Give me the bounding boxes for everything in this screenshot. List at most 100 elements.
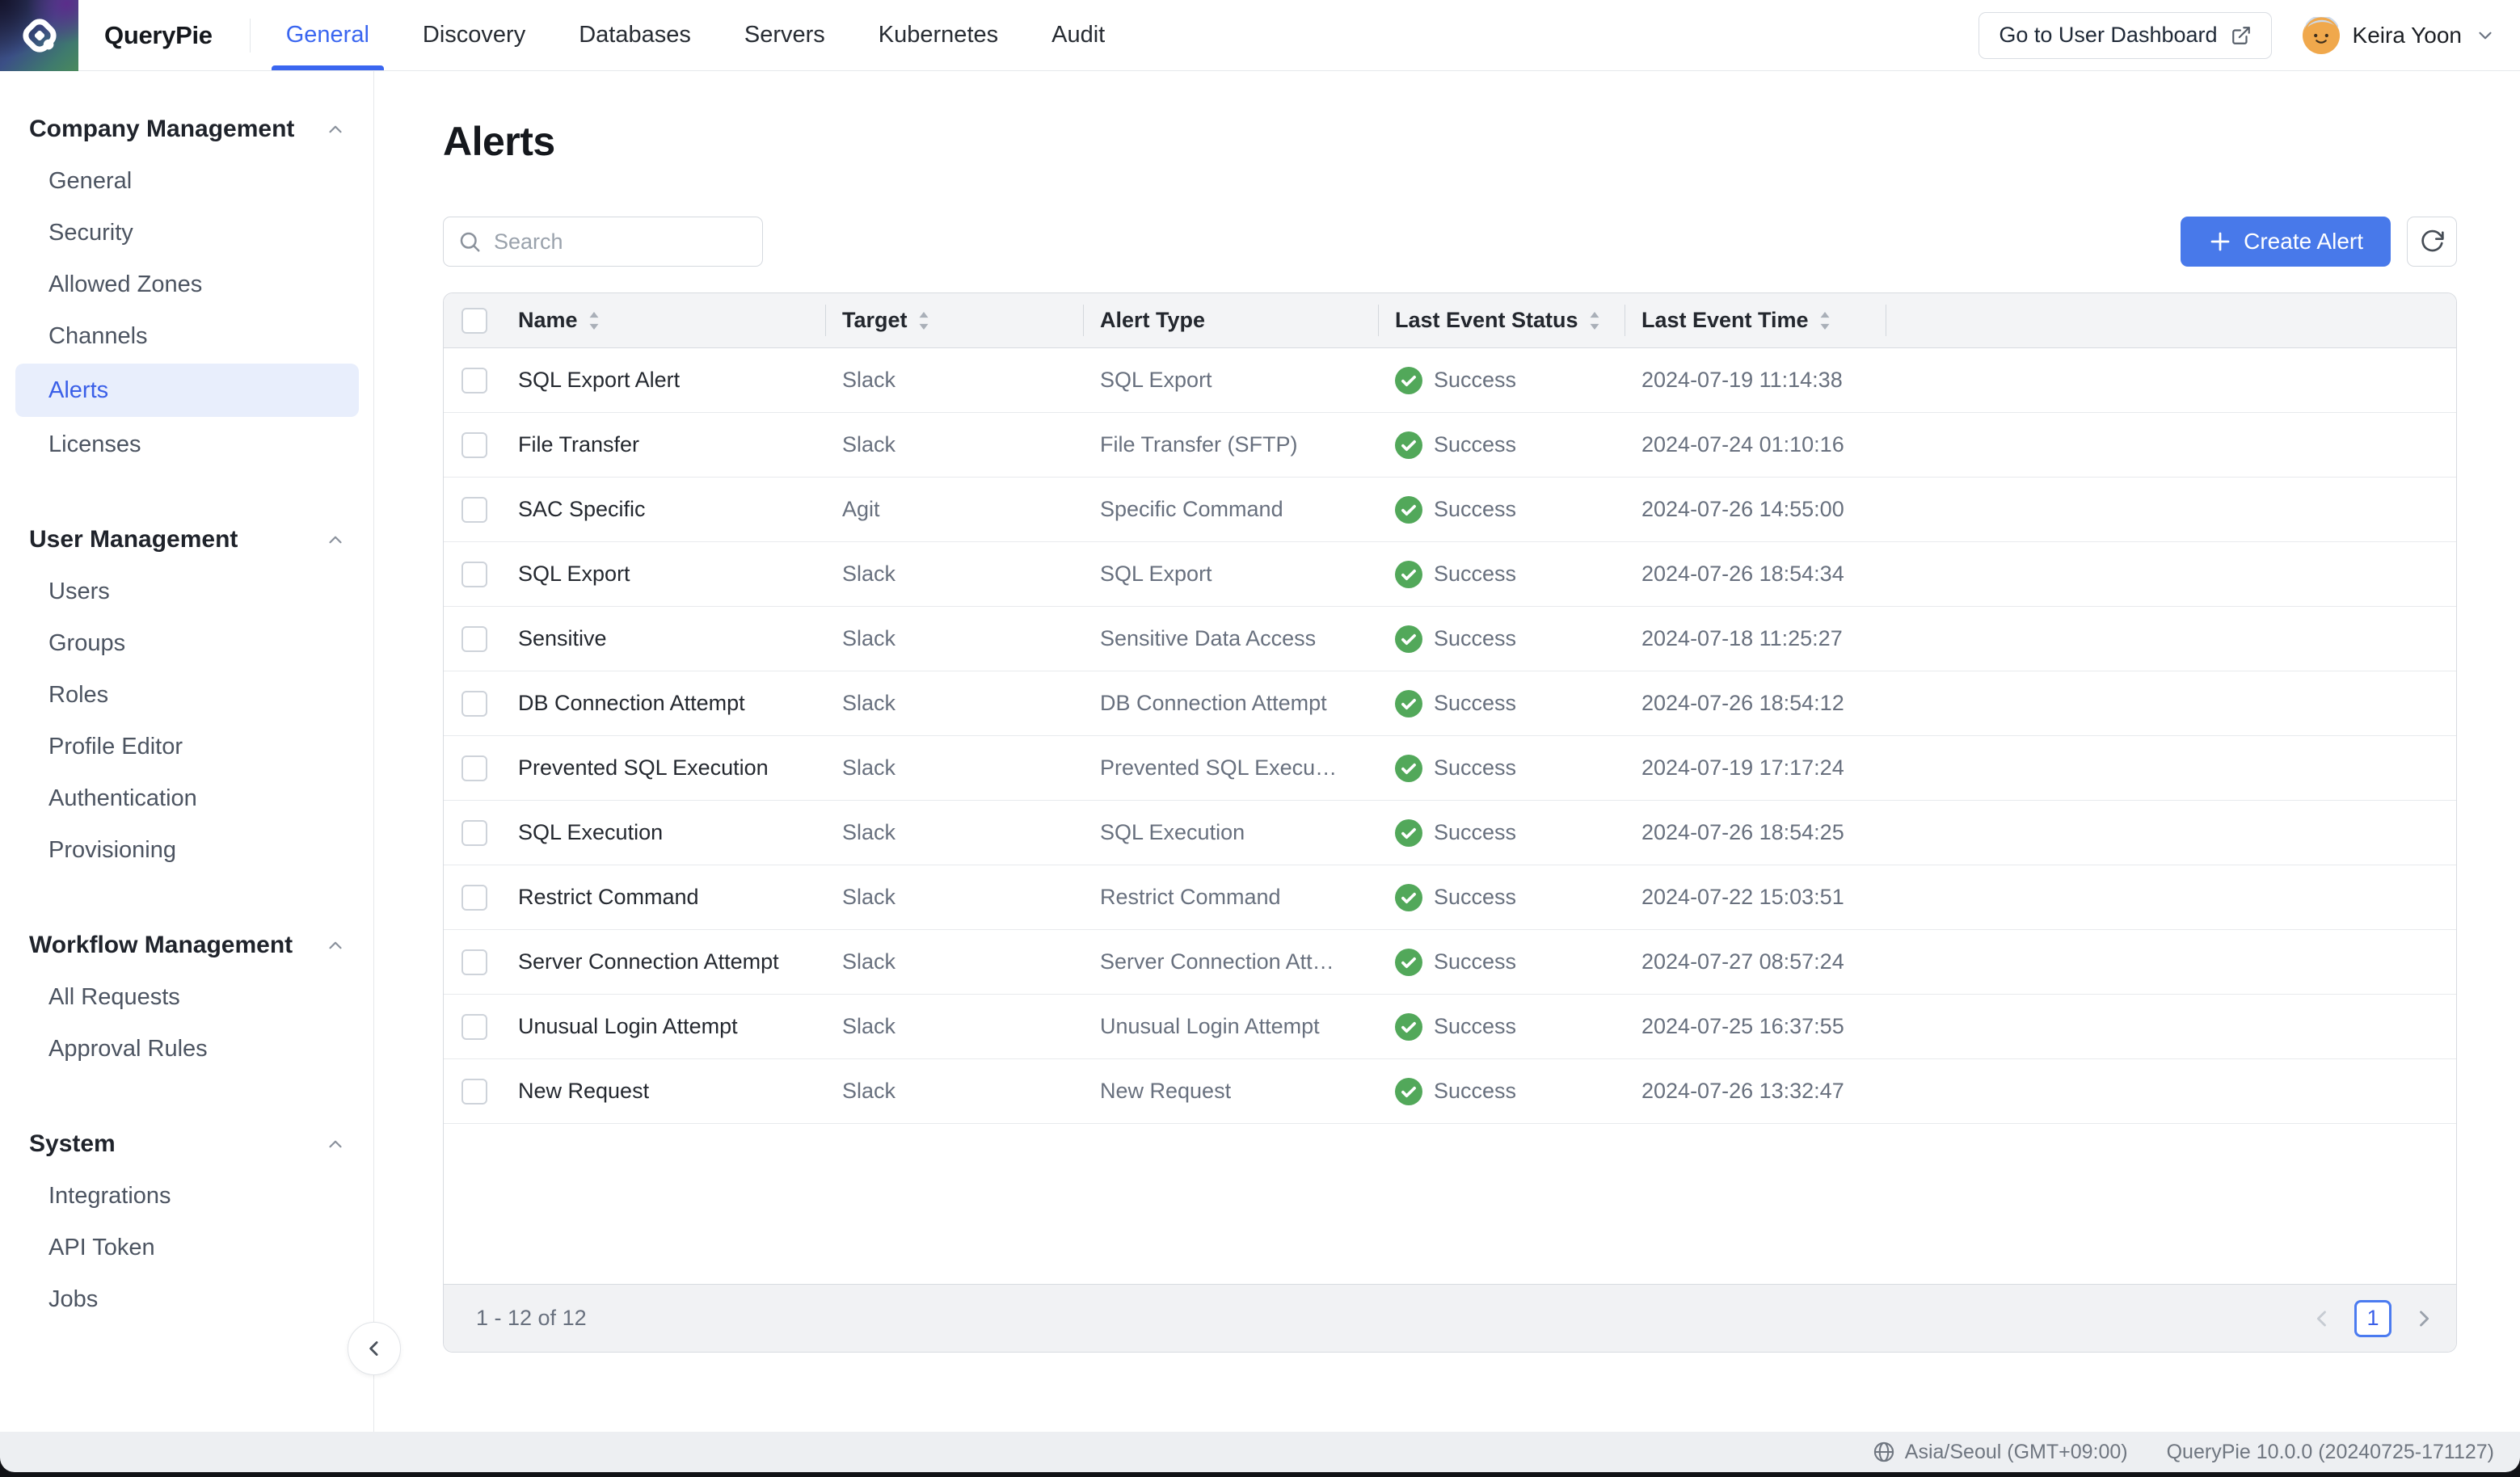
sidebar-item-licenses[interactable]: Licenses <box>0 419 373 470</box>
sort-icon <box>1588 310 1601 331</box>
row-checkbox[interactable] <box>461 884 487 911</box>
column-header-last-event-time[interactable]: Last Event Time <box>1625 293 1886 347</box>
sidebar-section-header-system[interactable]: System <box>0 1118 373 1170</box>
nav-tab-general[interactable]: General <box>271 0 385 70</box>
sidebar-section-header-workflow-management[interactable]: Workflow Management <box>0 919 373 971</box>
table-row[interactable]: Sensitive Slack Sensitive Data Access Succe… <box>444 607 2456 671</box>
nav-tab-kubernetes[interactable]: Kubernetes <box>877 0 1000 70</box>
pagination-bar: 1 - 12 of 12 1 <box>444 1284 2456 1352</box>
cell-name: Sensitive <box>518 626 607 650</box>
sidebar-item-groups[interactable]: Groups <box>0 617 373 669</box>
cell-time: 2024-07-19 17:17:24 <box>1641 755 1844 780</box>
search-input[interactable] <box>443 217 763 267</box>
table-row[interactable]: New Request Slack New Request Success 2024-0… <box>444 1059 2456 1124</box>
table-row[interactable]: Prevented SQL Execution Slack Prevented SQ… <box>444 736 2456 801</box>
row-checkbox[interactable] <box>461 1013 487 1040</box>
cell-alert-type: SQL Export <box>1100 562 1212 586</box>
sidebar-item-authentication[interactable]: Authentication <box>0 772 373 824</box>
sort-icon <box>917 310 930 331</box>
nav-tab-discovery[interactable]: Discovery <box>421 0 527 70</box>
table-row[interactable]: File Transfer Slack File Transfer (SFTP) Su… <box>444 413 2456 478</box>
sidebar-item-channels[interactable]: Channels <box>0 310 373 362</box>
row-checkbox[interactable] <box>461 755 487 781</box>
sidebar-item-users[interactable]: Users <box>0 566 373 617</box>
table-row[interactable]: SQL Export Alert Slack SQL Export Success 20… <box>444 348 2456 413</box>
cell-target: Slack <box>842 368 896 392</box>
table-row[interactable]: SQL Export Slack SQL Export Success 2024-07-… <box>444 542 2456 607</box>
prev-page-button[interactable] <box>2311 1307 2333 1330</box>
table-row[interactable]: SQL Execution Slack SQL Execution Success 20… <box>444 801 2456 865</box>
cell-target: Slack <box>842 820 896 844</box>
page-number-button[interactable]: 1 <box>2354 1299 2391 1337</box>
cell-target: Slack <box>842 949 896 974</box>
alert-type-cell: Unusual Login Attempt <box>1084 1014 1379 1039</box>
column-header-target[interactable]: Target <box>826 293 1084 347</box>
sidebar-item-roles[interactable]: Roles <box>0 669 373 721</box>
content-area: Company Management General Security Allowed… <box>0 71 2520 1432</box>
table-row[interactable]: SAC Specific Agit Specific Command Success 2… <box>444 478 2456 542</box>
row-checkbox[interactable] <box>461 561 487 587</box>
table-row[interactable]: Restrict Command Slack Restrict Command Suc… <box>444 865 2456 930</box>
row-checkbox[interactable] <box>461 819 487 846</box>
cell-name: SQL Export <box>518 562 630 586</box>
row-checkbox[interactable] <box>461 690 487 717</box>
cell-time: 2024-07-26 13:32:47 <box>1641 1079 1844 1103</box>
row-checkbox[interactable] <box>461 367 487 393</box>
sidebar-item-security[interactable]: Security <box>0 207 373 259</box>
time-cell: 2024-07-25 16:37:55 <box>1625 1014 1886 1039</box>
cell-name: SAC Specific <box>518 497 646 521</box>
search-box <box>443 217 763 267</box>
sidebar-item-approval-rules[interactable]: Approval Rules <box>0 1023 373 1075</box>
sidebar-item-alerts[interactable]: Alerts <box>15 364 359 417</box>
cell-status: Success <box>1434 626 1517 650</box>
section-title-label: User Management <box>29 526 238 553</box>
sidebar-collapse-button[interactable] <box>348 1322 401 1375</box>
page-title: Alerts <box>443 119 555 164</box>
row-checkbox[interactable] <box>461 431 487 458</box>
sidebar-section-header-user-management[interactable]: User Management <box>0 514 373 566</box>
cell-name: Server Connection Attempt <box>518 949 779 974</box>
table-row[interactable]: Unusual Login Attempt Slack Unusual Login … <box>444 995 2456 1059</box>
refresh-button[interactable] <box>2407 217 2457 267</box>
go-to-user-dashboard-button[interactable]: Go to User Dashboard <box>1978 11 2272 59</box>
column-header-last-event-status[interactable]: Last Event Status <box>1379 293 1625 347</box>
sidebar-item-general[interactable]: General <box>0 155 373 207</box>
cell-time: 2024-07-27 08:57:24 <box>1641 949 1844 974</box>
globe-icon <box>1873 1441 1895 1463</box>
sidebar-item-all-requests[interactable]: All Requests <box>0 971 373 1023</box>
row-checkbox[interactable] <box>461 1078 487 1105</box>
sidebar-item-integrations[interactable]: Integrations <box>0 1170 373 1222</box>
user-menu[interactable]: Keira Yoon <box>2302 16 2496 54</box>
cell-status: Success <box>1434 1079 1517 1103</box>
next-page-button[interactable] <box>2413 1307 2435 1330</box>
nav-tab-servers[interactable]: Servers <box>743 0 827 70</box>
pager: 1 <box>2311 1299 2435 1337</box>
name-cell: Prevented SQL Execution <box>500 755 826 781</box>
querypie-logo[interactable] <box>0 0 78 71</box>
sort-icon <box>588 310 601 331</box>
select-all-checkbox[interactable] <box>461 307 487 334</box>
sidebar-item-api-token[interactable]: API Token <box>0 1222 373 1273</box>
row-checkbox[interactable] <box>461 949 487 975</box>
row-checkbox-cell <box>444 625 500 652</box>
table-row[interactable]: DB Connection Attempt Slack DB Connection … <box>444 671 2456 736</box>
row-checkbox[interactable] <box>461 496 487 523</box>
target-cell: Slack <box>826 562 1084 587</box>
status-cell: Success <box>1379 1077 1625 1105</box>
sidebar-item-provisioning[interactable]: Provisioning <box>0 824 373 876</box>
column-header-name[interactable]: Name <box>500 293 826 347</box>
target-cell: Slack <box>826 1014 1084 1039</box>
table-row[interactable]: Server Connection Attempt Slack Server Con… <box>444 930 2456 995</box>
nav-tab-audit[interactable]: Audit <box>1050 0 1106 70</box>
sidebar-item-jobs[interactable]: Jobs <box>0 1273 373 1325</box>
sidebar-item-allowed-zones[interactable]: Allowed Zones <box>0 259 373 310</box>
sidebar-section-header-company-management[interactable]: Company Management <box>0 103 373 155</box>
row-checkbox[interactable] <box>461 625 487 652</box>
status-cell: Success <box>1379 689 1625 717</box>
create-alert-button[interactable]: Create Alert <box>2181 217 2391 267</box>
sidebar-item-profile-editor[interactable]: Profile Editor <box>0 721 373 772</box>
nav-tab-databases[interactable]: Databases <box>577 0 693 70</box>
name-cell: File Transfer <box>500 432 826 457</box>
status-cell: Success <box>1379 366 1625 394</box>
section-title-label: Workflow Management <box>29 932 293 958</box>
